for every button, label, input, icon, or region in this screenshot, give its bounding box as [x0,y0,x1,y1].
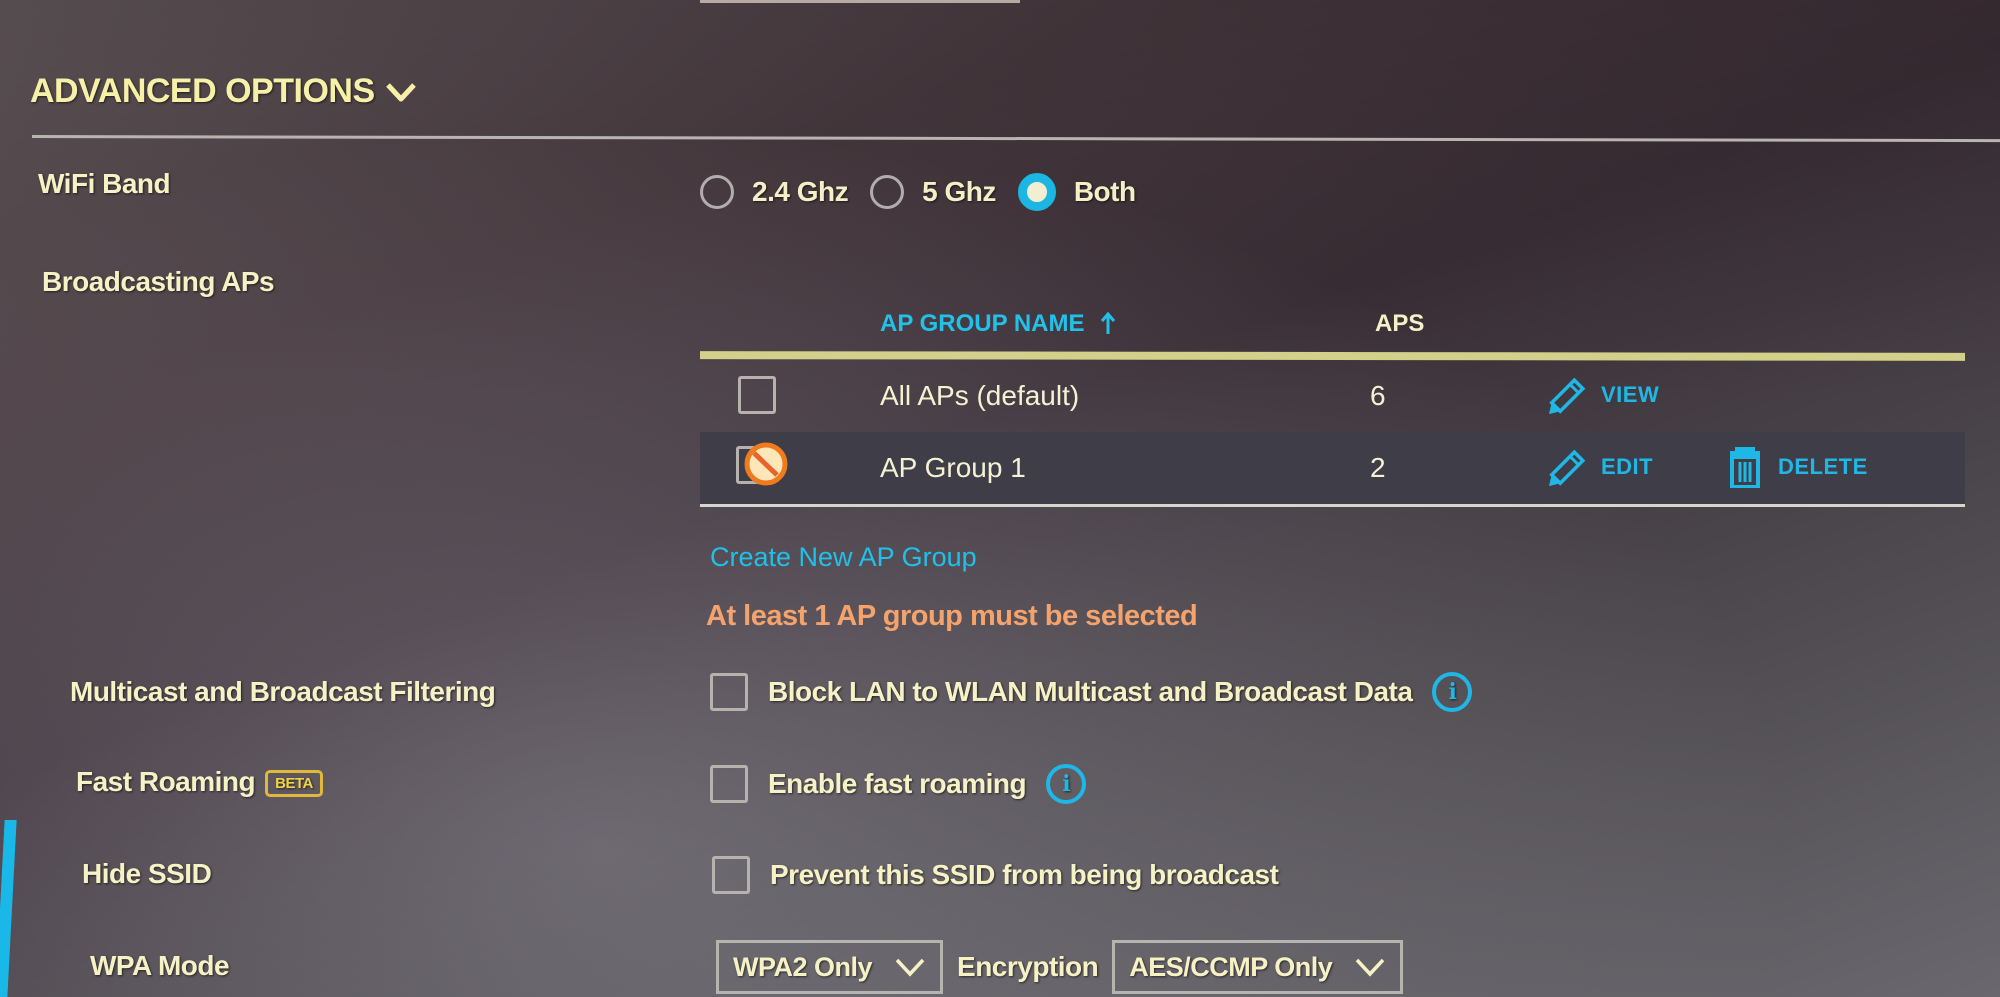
create-new-ap-group-link[interactable]: Create New AP Group [710,542,977,573]
checkbox-label: Prevent this SSID from being broadcast [770,859,1279,890]
hide-ssid-checkbox[interactable] [712,856,750,894]
action-label: VIEW [1601,382,1660,407]
encryption-label: Encryption [957,951,1099,982]
action-label: EDIT [1601,454,1654,479]
block-multicast-checkbox[interactable] [710,673,748,711]
edit-button[interactable]: EDIT [1545,446,1653,488]
checkbox-label: Block LAN to WLAN Multicast and Broadcas… [768,676,1413,707]
ap-count: 2 [1370,452,1386,483]
radio-label: 2.4 Ghz [752,176,849,207]
action-label: DELETE [1778,454,1868,479]
beta-badge: BETA [265,770,323,798]
row-checkbox[interactable] [738,376,776,414]
fast-roaming-checkbox[interactable] [710,765,748,803]
info-icon[interactable]: i [1432,672,1473,712]
pencil-icon [1548,449,1586,487]
column-header-aps[interactable]: APS [1375,310,1424,338]
delete-button[interactable]: DELETE [1722,446,1868,488]
radio-2-4ghz[interactable]: 2.4 Ghz [700,175,856,209]
select-value: AES/CCMP Only [1129,951,1333,982]
chevron-down-icon [895,958,925,977]
encryption-select[interactable]: AES/CCMP Only [1112,940,1404,994]
radio-circle[interactable] [870,175,905,209]
broadcasting-aps-label: Broadcasting APs [42,266,275,297]
multicast-option: Block LAN to WLAN Multicast and Broadcas… [710,672,1473,712]
arrow-up-icon [1101,312,1116,334]
validation-error: At least 1 AP group must be selected [706,600,1198,632]
hide-ssid-option: Prevent this SSID from being broadcast [712,856,1279,894]
ap-group-name: AP Group 1 [880,452,1026,483]
checkbox-label: Enable fast roaming [768,768,1027,799]
radio-circle-checked[interactable] [1017,173,1056,211]
select-value: WPA2 Only [733,951,873,982]
top-tab-edge [700,0,1020,3]
section-divider [31,135,2000,143]
fast-roaming-option: Enable fast roaming i [710,764,1087,804]
info-icon[interactable]: i [1046,764,1087,804]
ap-group-table: AP GROUP NAME APS All APs (default) 6 VI… [699,300,1966,507]
table-row: All APs (default) 6 VIEW [700,360,1965,432]
wpa-mode-controls: WPA2 Only Encryption AES/CCMP Only [716,940,1404,994]
fast-roaming-label: Fast Roaming BETA [76,766,323,798]
radio-label: Both [1073,176,1136,207]
wpa-mode-select[interactable]: WPA2 Only [716,940,944,994]
wifi-band-radio-group: 2.4 Ghz 5 Ghz Both [700,173,1144,211]
trash-icon [1730,447,1760,488]
radio-both[interactable]: Both [1017,173,1144,211]
ap-group-name: All APs (default) [880,380,1080,411]
column-header-ap-group-name[interactable]: AP GROUP NAME [880,310,1116,338]
left-accent-strip [0,820,17,997]
chevron-down-icon [1356,958,1385,977]
radio-circle[interactable] [700,175,734,209]
radio-5ghz[interactable]: 5 Ghz [870,175,1004,209]
multicast-filtering-label: Multicast and Broadcast Filtering [70,676,496,707]
ap-count: 6 [1370,380,1386,411]
advanced-options-toggle[interactable]: ADVANCED OPTIONS [30,72,417,111]
table-header: AP GROUP NAME APS [700,300,1965,352]
wifi-band-label: WiFi Band [38,168,171,199]
not-allowed-icon [744,442,788,486]
fast-roaming-label-text: Fast Roaming [76,766,256,797]
radio-label: 5 Ghz [922,176,996,207]
view-button[interactable]: VIEW [1545,374,1659,416]
column-header-label: AP GROUP NAME [880,310,1085,337]
pencil-icon [1548,377,1586,415]
hide-ssid-label: Hide SSID [82,858,212,889]
chevron-down-icon [385,82,416,101]
table-row: AP Group 1 2 EDIT DELETE [700,432,1965,507]
section-title: ADVANCED OPTIONS [30,72,375,110]
wpa-mode-label: WPA Mode [90,950,230,981]
